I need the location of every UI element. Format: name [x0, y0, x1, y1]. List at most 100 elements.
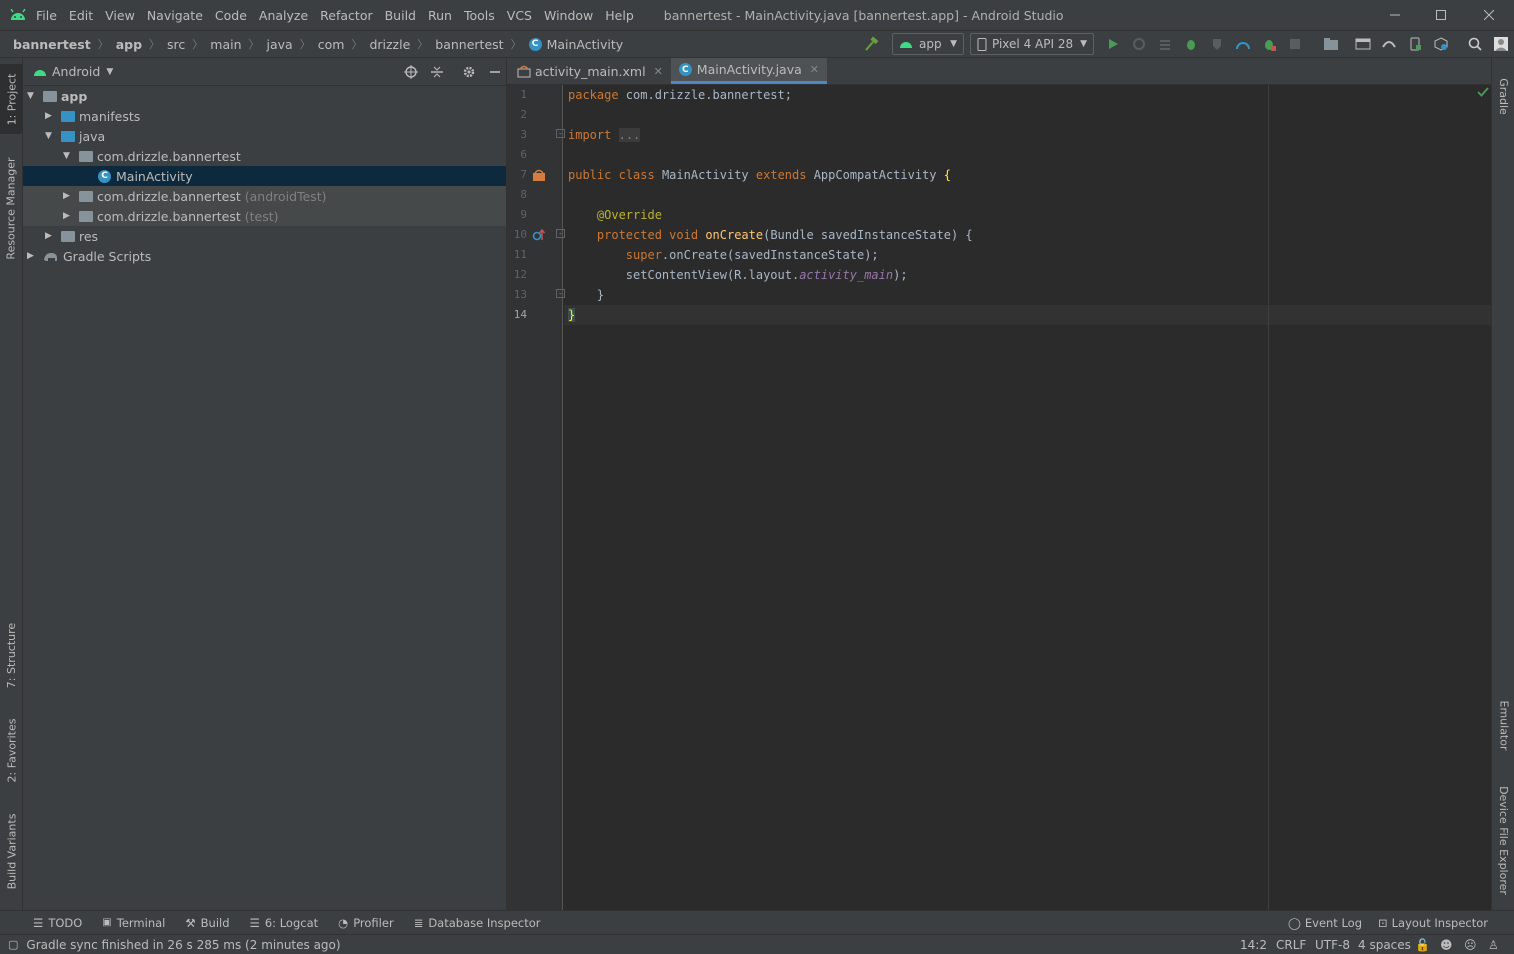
- tab-gradle[interactable]: Gradle: [1492, 66, 1514, 126]
- code-line-7[interactable]: public class MainActivity extends AppCom…: [568, 165, 951, 185]
- breadcrumb-com[interactable]: com: [318, 37, 345, 52]
- breadcrumb-drizzle[interactable]: drizzle: [369, 37, 410, 52]
- code-line-14[interactable]: }: [568, 305, 576, 325]
- search-icon[interactable]: [1464, 33, 1486, 55]
- lock-icon[interactable]: 🔓: [1415, 938, 1430, 952]
- tool-event-log[interactable]: ◯ Event Log: [1288, 916, 1362, 930]
- caret-position[interactable]: 14:2: [1240, 938, 1267, 952]
- tree-item-mainactivity[interactable]: C MainActivity: [23, 166, 506, 186]
- collapse-all-icon[interactable]: [426, 61, 448, 83]
- menu-analyze[interactable]: Analyze: [259, 8, 308, 23]
- override-method-icon[interactable]: [532, 228, 546, 242]
- collapsed-arrow-icon[interactable]: ▶: [27, 251, 41, 261]
- tree-item-java[interactable]: ▼ java: [23, 126, 506, 146]
- tab-device-file-explorer[interactable]: Device File Explorer: [1492, 778, 1514, 903]
- tab-build-variants[interactable]: Build Variants: [0, 806, 23, 896]
- tab-project[interactable]: 1: Project: [0, 64, 23, 134]
- tab-resource-manager[interactable]: Resource Manager: [0, 148, 23, 268]
- fold-toggle-icon[interactable]: -: [556, 229, 565, 238]
- close-tab-icon[interactable]: ✕: [810, 63, 819, 76]
- no-problems-check-icon[interactable]: [1477, 87, 1489, 97]
- tree-item-test[interactable]: ▶ com.drizzle.bannertest (test): [23, 206, 506, 226]
- toggle-tool-windows-icon[interactable]: ▢: [8, 938, 18, 951]
- tab-emulator[interactable]: Emulator: [1492, 688, 1514, 763]
- tab-mainactivity-java[interactable]: C MainActivity.java ✕: [670, 58, 827, 84]
- menu-refactor[interactable]: Refactor: [320, 8, 372, 23]
- expanded-arrow-icon[interactable]: ▼: [63, 151, 77, 161]
- run-config-select[interactable]: app ▼: [892, 33, 964, 55]
- debug-bug-icon[interactable]: [1180, 33, 1202, 55]
- breadcrumb-java[interactable]: java: [267, 37, 293, 52]
- close-tab-icon[interactable]: ✕: [654, 65, 663, 78]
- menu-file[interactable]: File: [36, 8, 57, 23]
- inspector-hector-icon[interactable]: ♙: [1488, 938, 1499, 952]
- breadcrumb-main[interactable]: main: [210, 37, 241, 52]
- minimize-button[interactable]: [1372, 0, 1418, 30]
- collapsed-arrow-icon[interactable]: ▶: [45, 111, 59, 121]
- tree-item-manifests[interactable]: ▶ manifests: [23, 106, 506, 126]
- breadcrumb-mainactivity[interactable]: MainActivity: [547, 37, 624, 52]
- profile-icon[interactable]: [1232, 33, 1254, 55]
- code-line-9[interactable]: @Override: [568, 205, 662, 225]
- account-avatar-icon[interactable]: [1490, 33, 1512, 55]
- apply-code-changes-icon[interactable]: [1154, 33, 1176, 55]
- menu-run[interactable]: Run: [428, 8, 452, 23]
- hide-panel-icon[interactable]: [484, 61, 506, 83]
- tree-item-app[interactable]: ▼ app: [23, 86, 506, 106]
- fold-toggle-icon[interactable]: -: [556, 129, 565, 138]
- code-line-3[interactable]: import ...: [568, 125, 641, 145]
- gear-icon[interactable]: [458, 61, 480, 83]
- tool-terminal[interactable]: ▣ Terminal: [102, 916, 165, 930]
- tool-layout-inspector[interactable]: ⊡ Layout Inspector: [1378, 916, 1488, 930]
- tab-structure[interactable]: 7: Structure: [0, 613, 23, 698]
- stop-icon[interactable]: [1284, 33, 1306, 55]
- folded-imports[interactable]: ...: [618, 128, 641, 142]
- tree-item-android-test[interactable]: ▶ com.drizzle.bannertest (androidTest): [23, 186, 506, 206]
- collapsed-arrow-icon[interactable]: ▶: [63, 211, 77, 221]
- status-message[interactable]: Gradle sync finished in 26 s 285 ms (2 m…: [26, 938, 340, 952]
- indent-setting[interactable]: 4 spaces: [1358, 938, 1411, 952]
- tool-profiler[interactable]: ◔ Profiler: [338, 916, 394, 930]
- menu-tools[interactable]: Tools: [464, 8, 495, 23]
- tab-activity-main-xml[interactable]: activity_main.xml ✕: [507, 58, 671, 84]
- breadcrumb-module[interactable]: app: [116, 37, 142, 52]
- breadcrumb-src[interactable]: src: [167, 37, 185, 52]
- menu-window[interactable]: Window: [544, 8, 593, 23]
- coverage-icon[interactable]: [1206, 33, 1228, 55]
- menu-build[interactable]: Build: [385, 8, 416, 23]
- menu-help[interactable]: Help: [605, 8, 634, 23]
- fold-toggle-icon[interactable]: -: [556, 289, 565, 298]
- breadcrumb-project[interactable]: bannertest: [13, 37, 91, 52]
- line-separator[interactable]: CRLF: [1276, 938, 1306, 952]
- sdk-manager-icon[interactable]: [1430, 33, 1452, 55]
- menu-view[interactable]: View: [105, 8, 135, 23]
- close-window-button[interactable]: [1466, 0, 1512, 30]
- run-play-icon[interactable]: [1102, 33, 1124, 55]
- tree-item-package[interactable]: ▼ com.drizzle.bannertest: [23, 146, 506, 166]
- tree-item-gradle-scripts[interactable]: ▶ Gradle Scripts: [23, 246, 506, 266]
- activity-layout-icon[interactable]: [532, 168, 546, 182]
- locate-target-icon[interactable]: [400, 61, 422, 83]
- code-line-10[interactable]: protected void onCreate(Bundle savedInst…: [568, 225, 973, 245]
- menu-code[interactable]: Code: [215, 8, 247, 23]
- menu-navigate[interactable]: Navigate: [147, 8, 203, 23]
- project-view-mode[interactable]: Android: [52, 64, 100, 79]
- tab-favorites[interactable]: 2: Favorites: [0, 708, 23, 793]
- collapsed-arrow-icon[interactable]: ▶: [45, 231, 59, 241]
- attach-debugger-icon[interactable]: [1258, 33, 1280, 55]
- apply-changes-icon[interactable]: [1128, 33, 1150, 55]
- make-project-hammer-icon[interactable]: [860, 33, 882, 55]
- avd-manager-icon[interactable]: [1378, 33, 1400, 55]
- tool-database-inspector[interactable]: ≣ Database Inspector: [414, 916, 541, 930]
- smiley-icon[interactable]: ☻: [1440, 938, 1453, 952]
- tool-build[interactable]: ⚒ Build: [185, 916, 229, 930]
- device-select[interactable]: Pixel 4 API 28 ▼: [970, 33, 1094, 55]
- code-line-1[interactable]: package com.drizzle.bannertest;: [568, 85, 792, 105]
- frown-icon[interactable]: ☹: [1464, 938, 1477, 952]
- collapsed-arrow-icon[interactable]: ▶: [63, 191, 77, 201]
- device-manager-icon[interactable]: [1404, 33, 1426, 55]
- maximize-button[interactable]: [1418, 0, 1464, 30]
- expanded-arrow-icon[interactable]: ▼: [27, 91, 41, 101]
- breadcrumb-bannertest[interactable]: bannertest: [435, 37, 503, 52]
- project-structure-icon[interactable]: [1320, 33, 1342, 55]
